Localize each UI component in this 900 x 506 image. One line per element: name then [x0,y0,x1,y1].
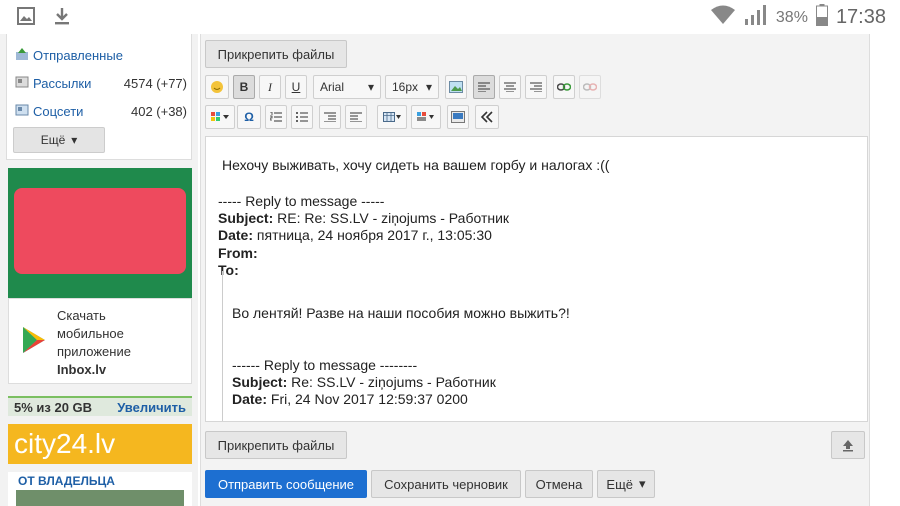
sidebar-item-social[interactable]: Соцсети 402 (+38) [15,100,187,122]
more-actions-button[interactable]: Ещё ▾ [597,470,655,498]
subject-label: Subject: [218,210,274,226]
save-draft-button[interactable]: Сохранить черновик [371,470,521,498]
table-icon[interactable] [377,105,407,129]
unlink-icon[interactable] [579,75,601,99]
insert-link-icon[interactable] [553,75,575,99]
owner-ad-image [16,490,184,506]
promo-line: мобильное [57,326,124,341]
sidebar-item-count: 402 (+38) [130,103,187,119]
subject-line: Subject: RE: Re: SS.LV - ziņojums - Рабо… [218,210,509,226]
quoted-text: Во лентяй! Разве на наши пособия можно в… [232,305,570,321]
caret-down-icon: ▾ [425,80,432,94]
sidebar: Отправленные Рассылки 4574 (+77) Соцсети… [0,34,198,506]
folder-list: Отправленные Рассылки 4574 (+77) Соцсети… [6,34,192,160]
text-color-icon[interactable] [205,105,235,129]
promo-line: Скачать [57,308,106,323]
more-label: Ещё [606,476,634,492]
google-play-icon [19,325,49,355]
promo-app-name: Inbox.lv [57,362,107,377]
clock: 17:38 [835,6,886,28]
date-label: Date: [218,227,254,243]
from-label: From: [218,245,258,261]
mobile-app-promo[interactable]: Скачать мобильное приложение Inbox.lv [8,298,192,384]
more-label: Ещё [40,133,66,147]
underline-button[interactable]: U [285,75,307,99]
signal-icon [744,4,768,31]
sidebar-item-sent[interactable]: Отправленные [15,44,187,66]
city24-banner[interactable]: city24.lv [8,424,192,464]
quoted-date-line: Date: Fri, 24 Nov 2017 12:59:37 0200 [232,391,468,407]
date-value: пятница, 24 ноября 2017 г., 13:05:30 [253,227,492,243]
format-block-icon[interactable] [411,105,441,129]
align-left-icon[interactable] [473,75,495,99]
sidebar-item-label: Рассылки [33,75,92,91]
message-body-editor[interactable]: Нехочу выживать, хочу сидеть на вашем го… [205,136,868,422]
sent-icon [15,47,29,64]
emoji-icon[interactable] [205,75,229,99]
bold-button[interactable]: B [233,75,255,99]
font-family-value: Arial [320,80,345,94]
sidebar-item-newsletters[interactable]: Рассылки 4574 (+77) [15,72,187,94]
subject-value: RE: Re: SS.LV - ziņojums - Работник [273,210,510,226]
date-line: Date: пятница, 24 ноября 2017 г., 13:05:… [218,227,492,243]
attach-files-button-top[interactable]: Прикрепить файлы [205,40,347,68]
quoted-subject-line: Subject: Re: SS.LV - ziņojums - Работник [232,374,496,390]
font-size-select[interactable]: 16px ▾ [385,75,439,99]
insert-media-icon[interactable] [447,105,469,129]
cancel-button[interactable]: Отмена [525,470,593,498]
attach-files-button-bottom[interactable]: Прикрепить файлы [205,431,347,459]
image-icon [16,6,36,31]
subject-label: Subject: [232,374,288,390]
insert-image-icon[interactable] [445,75,467,99]
wifi-icon [710,4,736,31]
owner-ad[interactable]: ОТ ВЛАДЕЛЬЦА [8,472,192,506]
upload-icon[interactable] [831,431,865,459]
date-label: Date: [232,391,268,407]
caret-down-icon: ▾ [367,80,374,94]
storage-quota: 5% из 20 GB Увеличить [8,396,192,416]
indent-icon[interactable] [319,105,341,129]
social-icon [15,103,29,120]
special-char-icon[interactable]: Ω [237,105,261,129]
sidebar-item-label: Отправленные [33,47,123,63]
outdent-icon[interactable] [345,105,367,129]
caret-down-icon: ▾ [639,476,646,491]
compose-panel: Прикрепить файлы B I U Arial ▾ 16px ▾ Ω [200,34,870,506]
download-icon [52,6,72,31]
storage-used: 5% из 20 GB [14,399,93,415]
owner-title: ОТ ВЛАДЕЛЬЦА [18,474,115,488]
font-family-select[interactable]: Arial ▾ [313,75,381,99]
align-center-icon[interactable] [499,75,521,99]
sidebar-item-label: Соцсети [33,103,84,119]
date-value: Fri, 24 Nov 2017 12:59:37 0200 [267,391,468,407]
right-margin [870,34,900,506]
promo-line: приложение [57,344,131,359]
collapse-toolbar-icon[interactable] [475,105,499,129]
reply-text: Нехочу выживать, хочу сидеть на вашем го… [222,157,610,173]
upgrade-storage-link[interactable]: Увеличить [117,400,186,415]
quoted-separator: ------ Reply to message -------- [232,357,418,373]
ad-redacted-block [14,188,186,274]
ordered-list-icon[interactable] [265,105,287,129]
status-bar: 38% 17:38 [0,0,900,34]
battery-icon [815,4,828,31]
quote-border [222,271,226,421]
subject-value: Re: SS.LV - ziņojums - Работник [287,374,496,390]
battery-percent: 38% [775,8,808,26]
sidebar-item-count: 4574 (+77) [123,75,187,91]
caret-down-icon: ▾ [71,133,78,147]
more-folders-button[interactable]: Ещё ▾ [13,127,105,153]
reply-separator: ----- Reply to message ----- [218,193,385,209]
newsletter-icon [15,75,29,92]
align-right-icon[interactable] [525,75,547,99]
italic-button[interactable]: I [259,75,281,99]
font-size-value: 16px [392,80,419,94]
send-message-button[interactable]: Отправить сообщение [205,470,367,498]
ad-banner[interactable] [8,168,192,298]
bullet-list-icon[interactable] [291,105,313,129]
